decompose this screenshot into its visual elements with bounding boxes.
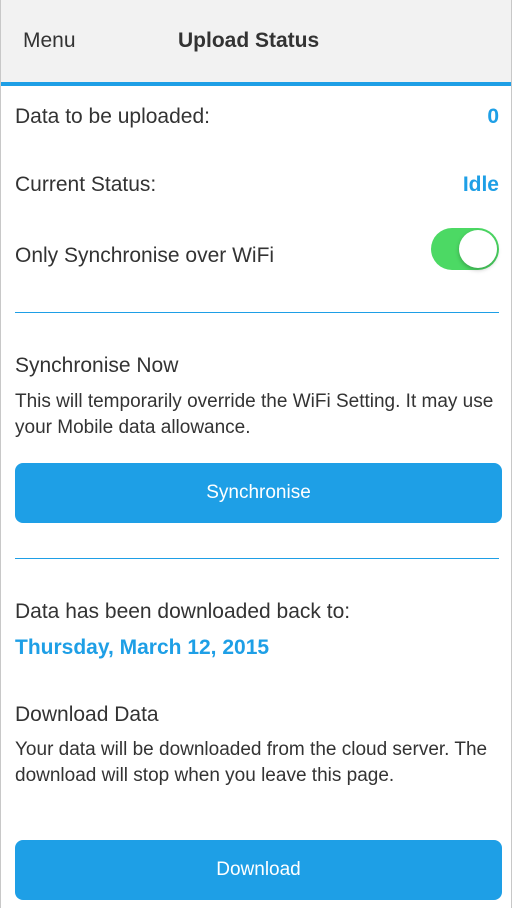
menu-button[interactable]: Menu — [23, 29, 76, 53]
download-description: Your data will be downloaded from the cl… — [15, 739, 488, 786]
download-button[interactable]: Download — [15, 840, 502, 900]
navigation-bar: Menu Upload Status — [1, 0, 511, 86]
download-section-title: Download Data — [15, 703, 159, 726]
sync-section-title: Synchronise Now — [15, 354, 179, 377]
divider — [15, 312, 499, 313]
data-to-upload-row: Data to be uploaded: 0 — [15, 105, 499, 129]
downloaded-back-label: Data has been downloaded back to: — [15, 600, 351, 623]
screen: Menu Upload Status Data to be uploaded: … — [0, 0, 512, 908]
data-to-upload-label: Data to be uploaded: — [15, 105, 210, 128]
wifi-only-label: Only Synchronise over WiFi — [15, 244, 275, 267]
wifi-only-toggle[interactable] — [431, 228, 499, 270]
page-title: Upload Status — [178, 29, 320, 52]
current-status-value: Idle — [462, 173, 499, 196]
divider — [15, 558, 499, 559]
sync-description: This will temporarily override the WiFi … — [15, 391, 494, 438]
downloaded-back-date: Thursday, March 12, 2015 — [15, 636, 270, 659]
current-status-label: Current Status: — [15, 173, 157, 196]
toggle-knob — [459, 230, 497, 268]
data-to-upload-value: 0 — [487, 105, 499, 128]
synchronise-button[interactable]: Synchronise — [15, 463, 502, 523]
current-status-row: Current Status: Idle — [15, 173, 499, 197]
wifi-only-row: Only Synchronise over WiFi — [15, 228, 499, 270]
